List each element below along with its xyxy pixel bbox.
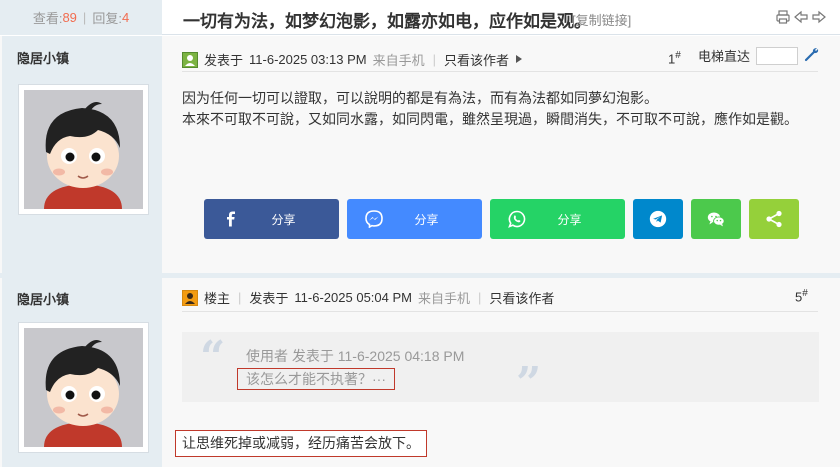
post-1-sidebar: 隐居小镇 (2, 36, 162, 273)
post-prefix: 发表于 (249, 291, 289, 306)
thread-title: 一切有为法，如梦幻泡影，如露亦如电，应作如是观。 (183, 12, 591, 31)
next-thread-icon[interactable] (812, 10, 826, 24)
open-quote-icon: “ (200, 332, 226, 383)
wrench-icon[interactable] (804, 46, 820, 65)
floor-mark: # (675, 50, 681, 61)
copy-link-button[interactable]: [复制链接] (572, 10, 631, 29)
sharethis-share-button[interactable] (749, 199, 799, 239)
views-count: 89 (62, 10, 77, 25)
close-quote-icon: ” (516, 358, 542, 409)
thread-starter-icon (182, 289, 198, 306)
replies-count: 4 (121, 10, 130, 25)
jump-floor-input[interactable] (756, 46, 798, 65)
thread-starter-badge: 楼主 (204, 291, 231, 306)
messenger-share-button[interactable]: 分享 (347, 199, 482, 239)
floor-mark: # (802, 288, 808, 299)
post-5-divider (182, 311, 818, 312)
avatar[interactable] (24, 328, 143, 447)
whatsapp-share-button[interactable]: 分享 (490, 199, 625, 239)
view-author-only-link[interactable]: 只看该作者 (489, 288, 554, 307)
post-timestamp: 11-6-2025 05:04 PM (294, 290, 412, 305)
mobile-user-icon (182, 51, 198, 68)
facebook-share-label: 分享 (271, 212, 296, 227)
post-timestamp: 11-6-2025 03:13 PM (249, 52, 367, 67)
prev-thread-icon[interactable] (794, 10, 808, 24)
wechat-share-button[interactable] (691, 199, 741, 239)
post-5-sidebar: 隐居小镇 (2, 278, 162, 467)
reply-text: 让思维死掉或减弱，经历痛苦会放下。 (175, 430, 427, 457)
views-label: 查看: (32, 11, 63, 26)
print-icon[interactable] (776, 10, 790, 24)
post-floor-number[interactable]: 1# (668, 50, 681, 66)
post-1: 隐居小镇 发表于 11-6-2025 03:13 PM 来自手机 | 只看该作者… (0, 36, 840, 273)
author-name[interactable]: 隐居小镇 (17, 289, 69, 308)
floor-jump: 电梯直达 (698, 46, 820, 65)
share-icon (765, 210, 783, 228)
content-line-1: 因为任何一切可以證取，可以說明的都是有為法，而有為法都如同夢幻泡影。 (182, 90, 658, 106)
share-buttons: 分享 分享 分享 (204, 199, 799, 239)
avatar[interactable] (24, 90, 143, 209)
post-5-meta: 楼主 | 发表于 11-6-2025 05:04 PM 来自手机 | 只看该作者 (182, 288, 554, 307)
whatsapp-share-label: 分享 (557, 212, 582, 227)
avatar-frame[interactable] (18, 322, 149, 453)
thread-stats: 查看: 89 | 回复: 4 (0, 0, 162, 35)
post-1-content: 因为任何一切可以證取，可以說明的都是有為法，而有為法都如同夢幻泡影。 本來不可取… (182, 88, 822, 130)
author-name[interactable]: 隐居小镇 (17, 48, 69, 67)
telegram-icon (649, 210, 667, 228)
content-line-2: 本來不可取不可說，又如同水露，如同閃電，雖然呈現過，瞬間消失，不可取不可說，應作… (182, 111, 798, 127)
replies-label: 回复: (92, 11, 122, 26)
jump-label: 电梯直达 (697, 49, 750, 64)
meta-divider: | (432, 52, 436, 67)
post-source: 来自手机 (417, 291, 470, 306)
thread-header: 查看: 89 | 回复: 4 一切有为法，如梦幻泡影，如露亦如电，应作如是观。 … (0, 0, 840, 35)
stats-separator: | (82, 10, 87, 25)
quote-meta: 使用者 发表于 11-6-2025 04:18 PM (246, 348, 465, 364)
view-author-only-link[interactable]: 只看该作者 (444, 50, 509, 69)
post-5: 隐居小镇 楼主 | 发表于 11-6-2025 05:04 PM 来自手机 | … (0, 278, 840, 467)
play-arrow-icon[interactable] (515, 52, 523, 67)
quote-text: 该怎么才能不执著？··· (237, 368, 395, 390)
meta-divider: | (478, 290, 482, 305)
post-source: 来自手机 (372, 53, 425, 68)
facebook-share-button[interactable]: 分享 (204, 199, 339, 239)
post-1-meta: 发表于 11-6-2025 03:13 PM 来自手机 | 只看该作者 (182, 50, 523, 69)
meta-divider: | (238, 290, 242, 305)
messenger-share-label: 分享 (414, 212, 439, 227)
post-floor-number[interactable]: 5# (795, 288, 808, 304)
post-1-divider (182, 71, 818, 72)
wechat-icon (707, 210, 725, 228)
avatar-frame[interactable] (18, 84, 149, 215)
header-icons (776, 10, 826, 24)
post-prefix: 发表于 (204, 53, 244, 68)
telegram-share-button[interactable] (633, 199, 683, 239)
quote-block: “ 使用者 发表于 11-6-2025 04:18 PM 该怎么才能不执著？··… (182, 332, 819, 406)
